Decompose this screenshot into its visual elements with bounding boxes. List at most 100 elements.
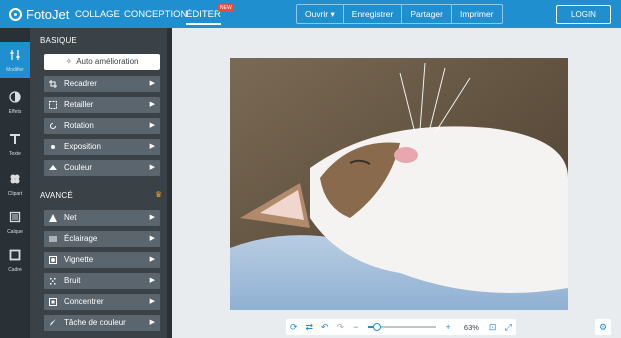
row-label: Bruit bbox=[64, 276, 81, 285]
row-label: Net bbox=[64, 213, 77, 222]
row-label: Couleur bbox=[64, 163, 93, 172]
chevron-right-icon: ▶ bbox=[149, 277, 155, 284]
crop-icon bbox=[49, 80, 57, 88]
text-icon bbox=[10, 134, 20, 144]
chevron-right-icon: ▶ bbox=[149, 80, 155, 87]
noise-icon bbox=[50, 278, 56, 285]
resize-icon bbox=[49, 101, 57, 109]
photo-canvas[interactable] bbox=[230, 58, 568, 310]
print-button[interactable]: Imprimer bbox=[452, 5, 502, 23]
advanced-section-title: AVANCÉ bbox=[40, 191, 73, 200]
tool-calque[interactable]: Calque bbox=[0, 204, 30, 240]
zoom-value: 63% bbox=[463, 322, 479, 332]
eclairage-row[interactable]: Éclairage ▶ bbox=[44, 231, 160, 247]
settings-icon[interactable]: ⚙ bbox=[595, 319, 611, 335]
tool-effets[interactable]: Effets bbox=[0, 84, 30, 120]
brush-icon bbox=[50, 319, 56, 326]
rotation-row[interactable]: Rotation ▶ bbox=[44, 118, 160, 134]
concentrer-row[interactable]: Concentrer ▶ bbox=[44, 294, 160, 310]
tool-texte[interactable]: Texte bbox=[0, 126, 30, 162]
chevron-right-icon: ▶ bbox=[149, 101, 155, 108]
fit-screen-icon[interactable]: ⤢ bbox=[500, 322, 516, 333]
zoom-slider[interactable] bbox=[367, 323, 437, 331]
chevron-right-icon: ▶ bbox=[149, 235, 155, 242]
tool-label: Texte bbox=[9, 151, 21, 157]
lighting-icon bbox=[49, 236, 57, 242]
nav-conception[interactable]: CONCEPTION bbox=[124, 9, 187, 20]
exposition-row[interactable]: Exposition ▶ bbox=[44, 139, 160, 155]
open-button[interactable]: Ouvrir ▾ bbox=[297, 5, 344, 23]
zoom-in-icon[interactable]: + bbox=[440, 322, 456, 332]
cat-photo bbox=[230, 58, 568, 310]
chevron-right-icon: ▶ bbox=[149, 164, 155, 171]
chevron-right-icon: ▶ bbox=[149, 319, 155, 326]
row-label: Éclairage bbox=[64, 234, 98, 243]
panel-scrollbar[interactable] bbox=[167, 28, 172, 338]
retailler-row[interactable]: Retailler ▶ bbox=[44, 97, 160, 113]
logo-text: FotoJet bbox=[26, 6, 70, 22]
tool-cadre[interactable]: Cadre bbox=[0, 242, 30, 278]
app-logo[interactable]: FotoJet bbox=[9, 6, 69, 22]
share-button[interactable]: Partager bbox=[402, 5, 452, 23]
focus-icon bbox=[49, 298, 57, 306]
reset-icon[interactable]: ⟳ bbox=[286, 322, 302, 333]
logo-icon bbox=[9, 7, 22, 21]
row-label: Exposition bbox=[64, 142, 101, 151]
auto-enhance-button[interactable]: ✧ Auto amélioration bbox=[44, 54, 160, 70]
couleur-row[interactable]: Couleur ▶ bbox=[44, 160, 160, 176]
top-bar: FotoJet COLLAGE CONCEPTION ÉDITER NEW Ou… bbox=[0, 0, 621, 28]
undo-icon[interactable]: ↶ bbox=[317, 322, 333, 333]
recadrer-row[interactable]: Recadrer ▶ bbox=[44, 76, 160, 92]
chevron-right-icon: ▶ bbox=[149, 122, 155, 129]
frame-icon bbox=[9, 249, 21, 261]
effects-icon bbox=[9, 91, 21, 103]
redo-icon[interactable]: ↷ bbox=[333, 322, 349, 333]
sun-icon bbox=[51, 145, 55, 149]
new-badge: NEW bbox=[218, 4, 234, 12]
login-button[interactable]: LOGIN bbox=[556, 5, 611, 24]
zoom-toolbar: ⟳ ⇄ ↶ ↷ − + 63% ⊡ ⤢ bbox=[286, 319, 516, 335]
chevron-right-icon: ▶ bbox=[149, 143, 155, 150]
row-label: Recadrer bbox=[64, 79, 97, 88]
chevron-right-icon: ▶ bbox=[149, 214, 155, 221]
nav-collage[interactable]: COLLAGE bbox=[75, 9, 120, 20]
save-button[interactable]: Enregistrer bbox=[344, 5, 403, 23]
row-label: Vignette bbox=[64, 255, 94, 264]
tool-label: Calque bbox=[7, 229, 23, 235]
tache-couleur-row[interactable]: Tâche de couleur ▶ bbox=[44, 315, 160, 331]
tool-label: Cadre bbox=[8, 267, 22, 273]
tool-label: Modifier bbox=[6, 67, 24, 73]
row-label: Concentrer bbox=[64, 297, 104, 306]
nav-editer[interactable]: ÉDITER bbox=[186, 9, 221, 25]
vignette-row[interactable]: Vignette ▶ bbox=[44, 252, 160, 268]
tool-modifier[interactable]: Modifier bbox=[0, 42, 30, 78]
vignette-icon bbox=[49, 256, 57, 264]
tool-label: Effets bbox=[8, 109, 22, 115]
actual-size-icon[interactable]: ⊡ bbox=[485, 322, 501, 333]
bruit-row[interactable]: Bruit ▶ bbox=[44, 273, 160, 289]
basic-section-title: BASIQUE bbox=[40, 36, 77, 45]
row-label: Rotation bbox=[64, 121, 94, 130]
clipart-icon bbox=[10, 174, 20, 184]
tool-strip: Modifier Effets Texte Clipart Calque Cad… bbox=[0, 28, 30, 338]
adjustments-panel: BASIQUE ✧ Auto amélioration Recadrer ▶ Re… bbox=[30, 28, 168, 338]
file-actions: Ouvrir ▾ Enregistrer Partager Imprimer bbox=[296, 4, 503, 24]
row-label: Retailler bbox=[64, 100, 94, 109]
palette-icon bbox=[49, 165, 57, 170]
tool-label: Clipart bbox=[7, 191, 23, 197]
crown-icon: ♛ bbox=[155, 190, 163, 199]
row-label: Tâche de couleur bbox=[64, 318, 126, 327]
net-row[interactable]: Net ▶ bbox=[44, 210, 160, 226]
magic-wand-icon: ✧ bbox=[65, 57, 73, 66]
sharpen-icon bbox=[49, 214, 57, 222]
chevron-right-icon: ▶ bbox=[149, 256, 155, 263]
auto-enhance-label: Auto amélioration bbox=[76, 57, 139, 66]
sliders-icon bbox=[10, 50, 20, 60]
compare-icon[interactable]: ⇄ bbox=[302, 322, 318, 333]
zoom-out-icon[interactable]: − bbox=[348, 322, 364, 332]
zoom-slider-knob[interactable] bbox=[373, 323, 382, 331]
chevron-right-icon: ▶ bbox=[149, 298, 155, 305]
rotate-icon bbox=[50, 123, 56, 129]
tool-clipart[interactable]: Clipart bbox=[0, 166, 30, 202]
layer-icon bbox=[9, 211, 21, 223]
